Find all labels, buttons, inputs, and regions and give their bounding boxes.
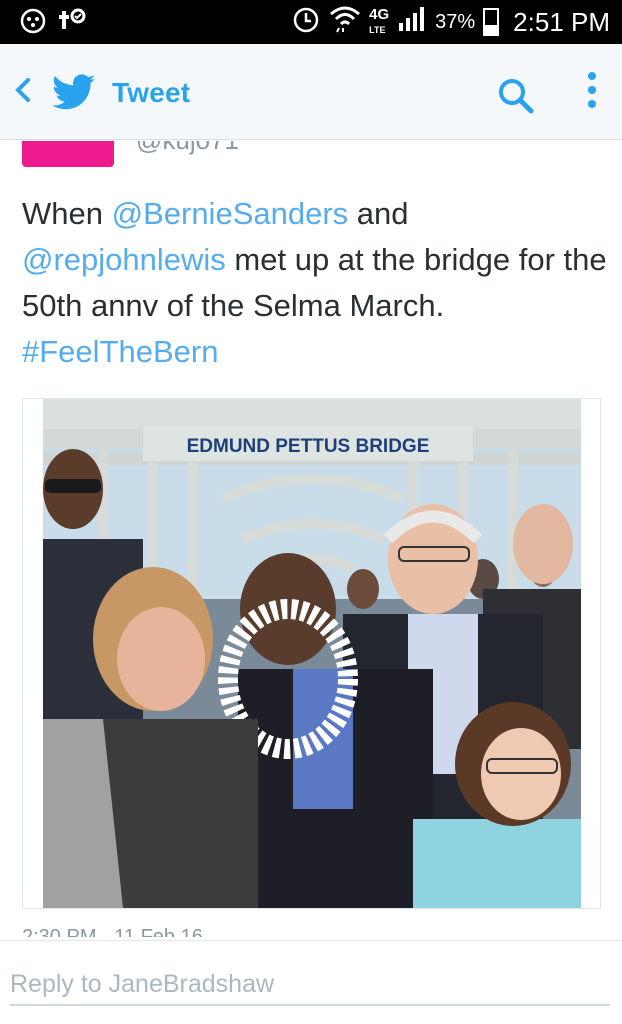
mention-link[interactable]: @BernieSanders — [112, 196, 349, 231]
network-sub-label: LTE — [369, 24, 386, 35]
overflow-dot — [588, 100, 596, 108]
network-type-label: 4G — [369, 5, 390, 23]
cell-signal-icon — [397, 5, 427, 40]
search-button[interactable] — [496, 76, 536, 116]
tweet-photo-frame[interactable]: EDMUND PETTUS BRIDGE — [22, 398, 601, 909]
twitter-bird-icon — [52, 74, 96, 110]
battery-level-fill — [485, 25, 498, 34]
status-bar-left — [20, 7, 88, 40]
alarm-icon — [291, 4, 321, 41]
tweet-timestamp: 2:30 PM - 11 Feb 16 — [22, 927, 203, 937]
back-button[interactable] — [10, 72, 36, 108]
author-handle[interactable]: @kujo71 — [136, 141, 239, 156]
tweet-text-fragment: When — [22, 196, 112, 231]
chevron-left-icon — [15, 78, 30, 102]
overflow-menu-button[interactable] — [582, 72, 602, 116]
mention-link[interactable]: @repjohnlewis — [22, 242, 226, 277]
page-title: Tweet — [112, 77, 191, 108]
talk-notification-icon — [58, 7, 88, 40]
hashtag-link[interactable]: #FeelTheBern — [22, 334, 218, 369]
bridge-sign: EDMUND PETTUS BRIDGE — [187, 436, 430, 457]
photo-illustration: EDMUND PETTUS BRIDGE — [43, 399, 581, 908]
battery-percent: 37% — [435, 10, 476, 33]
tweet-text-fragment: and — [348, 196, 409, 231]
app-bar: Tweet — [0, 44, 622, 140]
status-time: 2:51 PM — [513, 6, 610, 37]
divider — [0, 940, 622, 941]
overflow-dot — [588, 86, 596, 94]
search-icon — [499, 79, 534, 114]
battery-icon — [483, 8, 500, 36]
reply-bar — [0, 942, 622, 1024]
tweet-detail: @kujo71 When @BernieSanders and @repjohn… — [0, 141, 622, 941]
tweet-text: When @BernieSanders and @repjohnlewis me… — [22, 191, 607, 375]
network-type-indicator: 4G LTE — [369, 5, 390, 37]
overflow-dot — [588, 72, 596, 80]
reply-input[interactable] — [10, 964, 610, 1006]
avatar[interactable] — [22, 141, 114, 167]
status-bar-right: 4G LTE 37% 2:51 PM — [291, 0, 610, 44]
status-bar: 4G LTE 37% 2:51 PM — [0, 0, 622, 44]
wifi-icon — [329, 4, 361, 41]
tweet-photo[interactable]: EDMUND PETTUS BRIDGE — [43, 399, 581, 908]
circle-face-icon — [20, 8, 46, 39]
